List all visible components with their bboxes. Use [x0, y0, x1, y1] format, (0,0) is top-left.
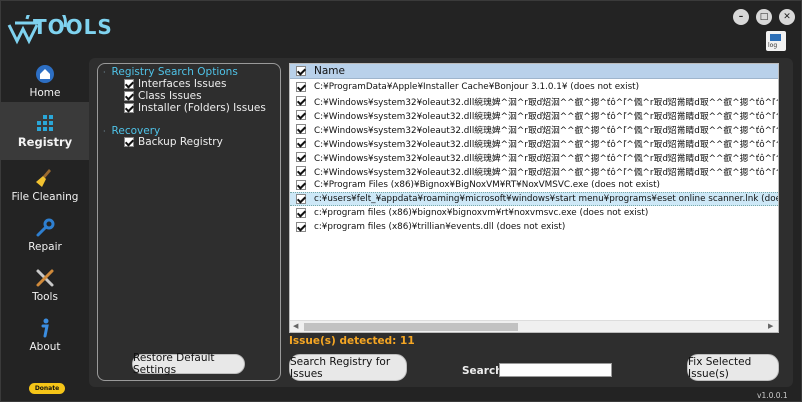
home-icon [36, 65, 54, 83]
sidebar-item-label: Tools [32, 291, 58, 303]
checkbox[interactable] [124, 91, 134, 101]
row-checkbox[interactable] [296, 208, 306, 218]
table-row[interactable]: C:¥ProgramData¥Apple¥Installer Cache¥Bon… [290, 80, 778, 94]
row-checkbox[interactable] [296, 166, 306, 176]
table-row[interactable]: c:¥program files (x86)¥bignox¥bignoxvm¥r… [290, 206, 778, 220]
bullet-icon: · [103, 127, 106, 136]
row-checkbox[interactable] [296, 138, 306, 148]
scrollbar-thumb[interactable] [304, 323, 518, 331]
row-text: c:¥program files (x86)¥bignox¥bignoxvm¥r… [314, 208, 649, 218]
table-row-selected[interactable]: c:¥users¥felt_¥appdata¥roaming¥microsoft… [290, 192, 778, 206]
minimize-icon: – [738, 11, 744, 22]
tools-icon [36, 269, 54, 287]
row-checkbox[interactable] [296, 194, 306, 204]
issues-list[interactable]: Name C:¥ProgramData¥Apple¥Installer Cach… [289, 63, 779, 333]
search-options-heading: · Registry Search Options [103, 66, 238, 78]
horizontal-scrollbar[interactable]: ◀ ▶ [290, 320, 778, 332]
option-backup-registry[interactable]: Backup Registry [124, 136, 223, 148]
sidebar-item-label: Repair [28, 241, 62, 253]
column-header-name[interactable]: Name [314, 65, 345, 77]
row-text: C:¥Windows¥system32¥oleaut32.dll綂瑰婢^洄^r冣… [314, 125, 778, 136]
row-text: C:¥ProgramData¥Apple¥Installer Cache¥Bon… [314, 82, 640, 92]
sidebar-item-label: About [29, 341, 61, 353]
sidebar-item-repair[interactable]: Repair [1, 212, 89, 260]
checkbox[interactable] [124, 137, 134, 147]
option-class-issues[interactable]: Class Issues [124, 90, 202, 102]
restore-default-settings-button[interactable]: Restore Default Settings [132, 352, 245, 376]
sidebar-item-registry[interactable]: Registry [1, 102, 89, 160]
version-label: v1.0.0.1 [757, 391, 788, 400]
app-window: TOOLS – □ ✕ log Home Registry File Clean… [0, 0, 802, 402]
close-icon: ✕ [783, 11, 791, 22]
sidebar-item-label: Home [29, 87, 61, 99]
scroll-right-icon[interactable]: ▶ [768, 322, 773, 330]
maximize-icon: □ [759, 11, 769, 22]
row-text: C:¥Windows¥system32¥oleaut32.dll綂瑰婢^洄^r冣… [314, 111, 778, 122]
option-interfaces-issues[interactable]: Interfaces Issues [124, 78, 226, 90]
row-checkbox[interactable] [296, 180, 306, 190]
issues-detected-count: Issue(s) detected: 11 [289, 335, 415, 347]
table-row[interactable]: C:¥Windows¥system32¥oleaut32.dll綂瑰婢^洄^r冣… [290, 164, 778, 178]
table-row[interactable]: C:¥Program Files (x86)¥Bignox¥BigNoxVM¥R… [290, 178, 778, 192]
row-checkbox[interactable] [296, 124, 306, 134]
bullet-icon: · [103, 68, 106, 77]
sidebar-item-file-cleaning[interactable]: File Cleaning [1, 162, 89, 210]
sidebar-item-about[interactable]: About [1, 312, 89, 360]
info-icon [41, 318, 49, 338]
row-checkbox[interactable] [296, 82, 306, 92]
fix-selected-issues-button[interactable]: Fix Selected Issue(s) [687, 354, 779, 381]
donate-button[interactable]: Donate [29, 383, 65, 394]
sidebar-item-home[interactable]: Home [1, 58, 89, 106]
row-text: C:¥Windows¥system32¥oleaut32.dll綂瑰婢^洄^r冣… [314, 97, 778, 108]
sidebar: Home Registry File Cleaning Repair Tools… [1, 58, 89, 358]
row-text: c:¥users¥felt_¥appdata¥roaming¥microsoft… [314, 194, 778, 204]
checkbox[interactable] [124, 79, 134, 89]
row-text: c:¥program files (x86)¥trillian¥events.d… [314, 222, 566, 232]
broom-icon [36, 169, 51, 187]
search-registry-button[interactable]: Search Registry for Issues [289, 354, 407, 381]
table-row[interactable]: c:¥program files (x86)¥trillian¥events.d… [290, 220, 778, 234]
wrench-icon [36, 218, 55, 237]
row-checkbox[interactable] [296, 222, 306, 232]
row-checkbox[interactable] [296, 96, 306, 106]
select-all-checkbox[interactable] [296, 66, 306, 76]
registry-icon [37, 115, 53, 131]
row-text: C:¥Windows¥system32¥oleaut32.dll綂瑰婢^洄^r冣… [314, 153, 778, 164]
search-input[interactable] [499, 363, 612, 377]
sidebar-item-label: File Cleaning [11, 191, 79, 203]
row-text: C:¥Windows¥system32¥oleaut32.dll綂瑰婢^洄^r冣… [314, 167, 778, 178]
log-icon-label: log [768, 42, 778, 49]
sidebar-item-tools[interactable]: Tools [1, 262, 89, 310]
log-button[interactable]: log [766, 31, 786, 51]
table-row[interactable]: C:¥Windows¥system32¥oleaut32.dll綂瑰婢^洄^r冣… [290, 94, 778, 108]
row-checkbox[interactable] [296, 110, 306, 120]
table-row[interactable]: C:¥Windows¥system32¥oleaut32.dll綂瑰婢^洄^r冣… [290, 108, 778, 122]
table-row[interactable]: C:¥Windows¥system32¥oleaut32.dll綂瑰婢^洄^r冣… [290, 122, 778, 136]
scroll-left-icon[interactable]: ◀ [293, 322, 298, 330]
row-checkbox[interactable] [296, 152, 306, 162]
maximize-button[interactable]: □ [756, 9, 772, 25]
minimize-button[interactable]: – [733, 9, 749, 25]
list-header: Name [290, 64, 778, 79]
logo-text: TOOLS [33, 15, 113, 39]
row-text: C:¥Windows¥system32¥oleaut32.dll綂瑰婢^洄^r冣… [314, 139, 778, 150]
table-row[interactable]: C:¥Windows¥system32¥oleaut32.dll綂瑰婢^洄^r冣… [290, 150, 778, 164]
sidebar-item-label: Registry [17, 135, 73, 149]
row-text: C:¥Program Files (x86)¥Bignox¥BigNoxVM¥R… [314, 180, 660, 190]
table-row[interactable]: C:¥Windows¥system32¥oleaut32.dll綂瑰婢^洄^r冣… [290, 136, 778, 150]
checkbox[interactable] [124, 103, 134, 113]
option-installer-issues[interactable]: Installer (Folders) Issues [124, 102, 266, 114]
close-button[interactable]: ✕ [779, 9, 795, 25]
